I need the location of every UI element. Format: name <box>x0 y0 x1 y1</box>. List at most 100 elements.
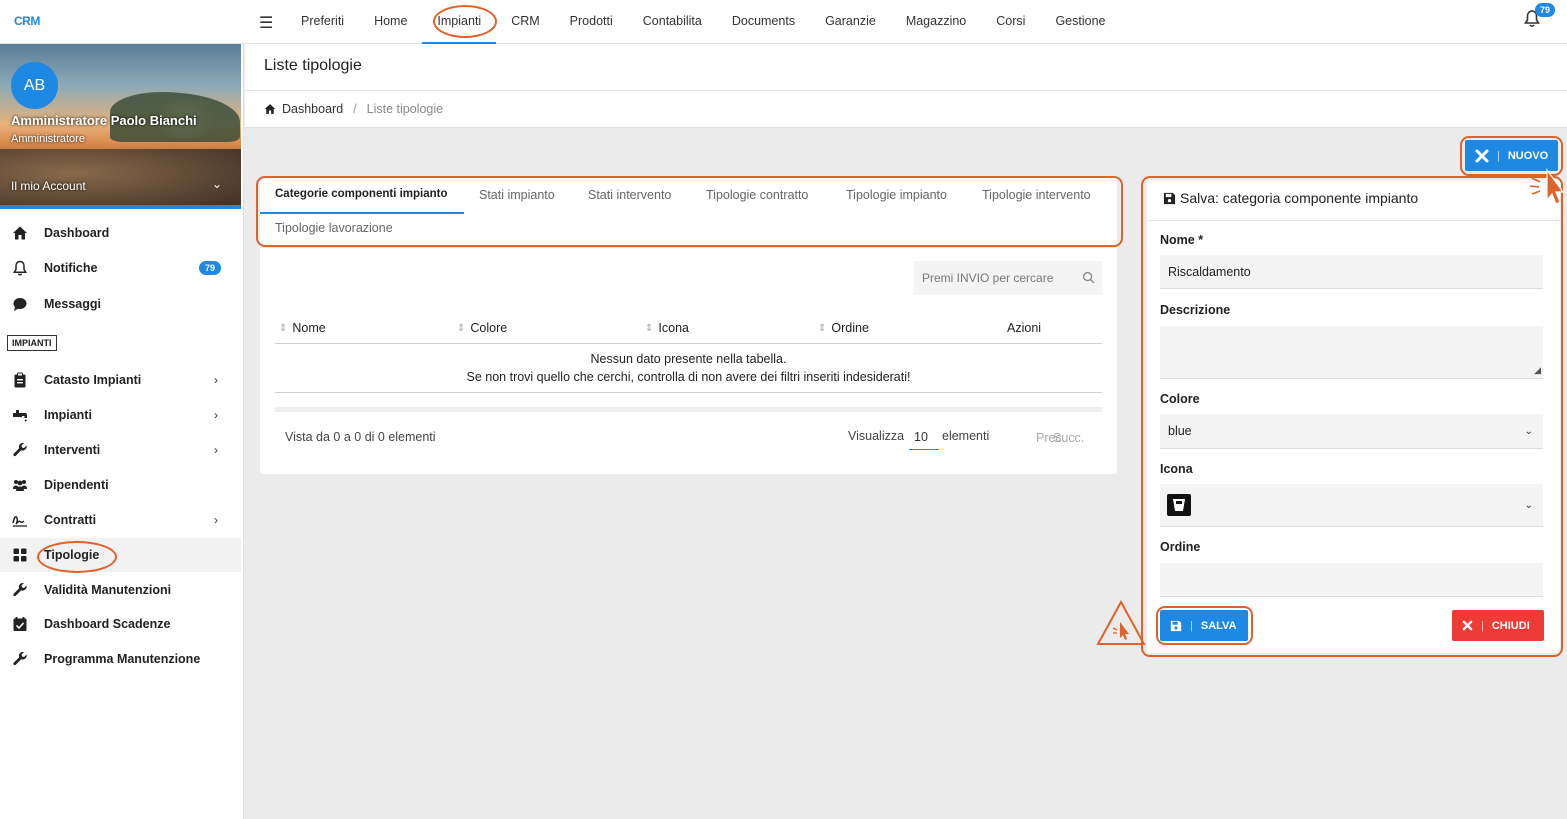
sidebar-item-dashboard[interactable]: Dashboard <box>0 216 241 250</box>
colore-selected-value: blue <box>1168 424 1192 438</box>
menu-item-impianti[interactable]: Impianti <box>422 0 497 44</box>
menu-item-gestione[interactable]: Gestione <box>1040 0 1120 44</box>
table-empty-message: Nessun dato presente nella tabella. <box>590 352 787 366</box>
chat-icon <box>13 298 27 311</box>
chiudi-button[interactable]: | CHIUDI <box>1452 610 1544 641</box>
menu-item-corsi[interactable]: Corsi <box>981 0 1040 44</box>
faucet-icon <box>13 410 27 422</box>
menu-item-prodotti[interactable]: Prodotti <box>555 0 628 44</box>
sidebar-item-interventi[interactable]: Interventi › <box>0 433 241 467</box>
sidebar-item-dipendenti[interactable]: Dipendenti <box>0 468 241 502</box>
descrizione-field[interactable]: ◢ <box>1160 326 1543 379</box>
sidebar-item-notifiche[interactable]: Notifiche 79 <box>0 251 241 285</box>
page-length-select[interactable]: 10 <box>909 426 939 450</box>
edit-form-panel: Salva: categoria componente impianto Nom… <box>1147 180 1560 653</box>
column-header-label: Icona <box>658 321 689 335</box>
calendar-check-icon <box>13 617 27 631</box>
my-account-toggle[interactable]: Il mio Account <box>11 179 86 193</box>
notification-count-badge: 79 <box>1535 3 1556 17</box>
sidebar-item-messaggi[interactable]: Messaggi <box>0 287 241 321</box>
app-logo[interactable]: CRM <box>14 14 40 28</box>
column-header-label: Colore <box>470 321 508 335</box>
sidebar-item-contratti[interactable]: Contratti › <box>0 503 241 537</box>
tab-categorie-componenti-impianto[interactable]: Categorie componenti impianto <box>275 188 448 200</box>
warning-triangle-cursor-icon <box>1096 600 1146 645</box>
page-length-label: Visualizza <box>848 429 905 443</box>
menu-item-home[interactable]: Home <box>359 0 422 44</box>
page-length-suffix: elementi <box>942 429 990 443</box>
sidebar-item-validita-manutenzioni[interactable]: Validità Manutenzioni <box>0 573 241 607</box>
tipologie-card: Categorie componenti impianto Stati impi… <box>260 177 1117 474</box>
chevron-down-icon[interactable]: ⌄ <box>212 177 222 191</box>
tab-tipologie-impianto[interactable]: Tipologie impianto <box>846 188 947 202</box>
grid-icon <box>13 548 27 562</box>
search-input[interactable] <box>914 261 1074 295</box>
table-horizontal-scrollbar[interactable] <box>275 407 1102 412</box>
breadcrumb: Dashboard / Liste tipologie <box>264 102 443 116</box>
column-header-colore[interactable]: ⇕ Colore <box>457 321 507 335</box>
signature-icon <box>12 516 27 527</box>
sidebar-item-label: Dipendenti <box>44 478 109 492</box>
sidebar-item-tipologie[interactable]: Tipologie <box>0 538 241 572</box>
menu-item-garanzie[interactable]: Garanzie <box>810 0 891 44</box>
nome-label: Nome * <box>1160 233 1204 247</box>
sidebar-item-label: Tipologie <box>44 548 100 562</box>
icona-select[interactable]: ⌄ <box>1160 484 1543 527</box>
ordine-field[interactable] <box>1160 563 1543 597</box>
salva-button[interactable]: | SALVA <box>1160 610 1248 641</box>
save-icon <box>1163 192 1176 204</box>
descrizione-label: Descrizione <box>1160 303 1231 317</box>
resize-handle-icon[interactable]: ◢ <box>1534 365 1541 376</box>
salva-button-label: SALVA <box>1200 619 1237 632</box>
breadcrumb-current: Liste tipologie <box>366 102 444 116</box>
sidebar: AB Amministratore Paolo Bianchi Amminist… <box>0 44 244 819</box>
sidebar-item-programma-manutenzione[interactable]: Programma Manutenzione <box>0 642 241 676</box>
column-header-nome[interactable]: ⇕ Nome <box>279 321 326 335</box>
sidebar-item-catasto-impianti[interactable]: Catasto Impianti › <box>0 363 241 397</box>
breadcrumb-separator: / <box>353 102 357 116</box>
notification-count-badge: 79 <box>199 261 222 275</box>
menu-item-contabilita[interactable]: Contabilita <box>628 0 717 44</box>
users-icon <box>13 480 27 491</box>
chiudi-button-label: CHIUDI <box>1491 619 1530 632</box>
tab-stati-intervento[interactable]: Stati intervento <box>588 188 671 202</box>
menu-item-documents[interactable]: Documents <box>717 0 810 44</box>
tab-stati-impianto[interactable]: Stati impianto <box>479 188 555 202</box>
search-icon[interactable] <box>1082 271 1095 284</box>
avatar[interactable]: AB <box>11 62 58 109</box>
tab-tipologie-lavorazione[interactable]: Tipologie lavorazione <box>275 221 393 235</box>
menu-item-magazzino[interactable]: Magazzino <box>891 0 981 44</box>
tab-tipologie-contratto[interactable]: Tipologie contratto <box>706 188 808 202</box>
top-menu: Preferiti Home Impianti CRM Prodotti Con… <box>286 0 1120 44</box>
sidebar-item-label: Impianti <box>44 408 92 422</box>
page-header: Liste tipologie Dashboard / Liste tipolo… <box>245 44 1567 128</box>
wrench-icon <box>13 442 27 457</box>
hamburger-menu-icon[interactable]: ☰ <box>259 13 273 33</box>
table-row-divider <box>275 392 1102 393</box>
chevron-right-icon: › <box>214 373 218 387</box>
breadcrumb-home-link[interactable]: Dashboard <box>282 102 343 116</box>
tab-tipologie-intervento[interactable]: Tipologie intervento <box>982 188 1091 202</box>
sidebar-item-impianti[interactable]: Impianti › <box>0 398 241 432</box>
home-icon <box>13 226 27 240</box>
nuovo-button-label: NUOVO <box>1507 149 1549 162</box>
column-header-icona[interactable]: ⇕ Icona <box>645 321 689 335</box>
column-header-ordine[interactable]: ⇕ Ordine <box>818 321 869 335</box>
column-header-azioni: Azioni <box>1007 321 1041 335</box>
sidebar-item-label: Catasto Impianti <box>44 373 142 387</box>
home-icon <box>264 104 276 114</box>
menu-item-preferiti[interactable]: Preferiti <box>286 0 359 44</box>
sidebar-item-label: Notifiche <box>44 261 98 275</box>
pagination-next-button[interactable]: Succ. <box>1053 431 1084 445</box>
sidebar-section-label: IMPIANTI <box>7 335 57 351</box>
nome-field[interactable] <box>1160 255 1543 289</box>
save-icon <box>1170 620 1182 631</box>
colore-select[interactable]: blue ⌄ <box>1160 414 1543 449</box>
sort-icon: ⇕ <box>279 322 288 334</box>
sidebar-item-label: Programma Manutenzione <box>44 652 201 666</box>
sidebar-item-dashboard-scadenze[interactable]: Dashboard Scadenze <box>0 607 241 641</box>
menu-item-crm[interactable]: CRM <box>496 0 554 44</box>
table-search <box>914 261 1102 295</box>
form-title-divider <box>1147 220 1560 221</box>
cursor-pointer-icon <box>1529 168 1564 205</box>
